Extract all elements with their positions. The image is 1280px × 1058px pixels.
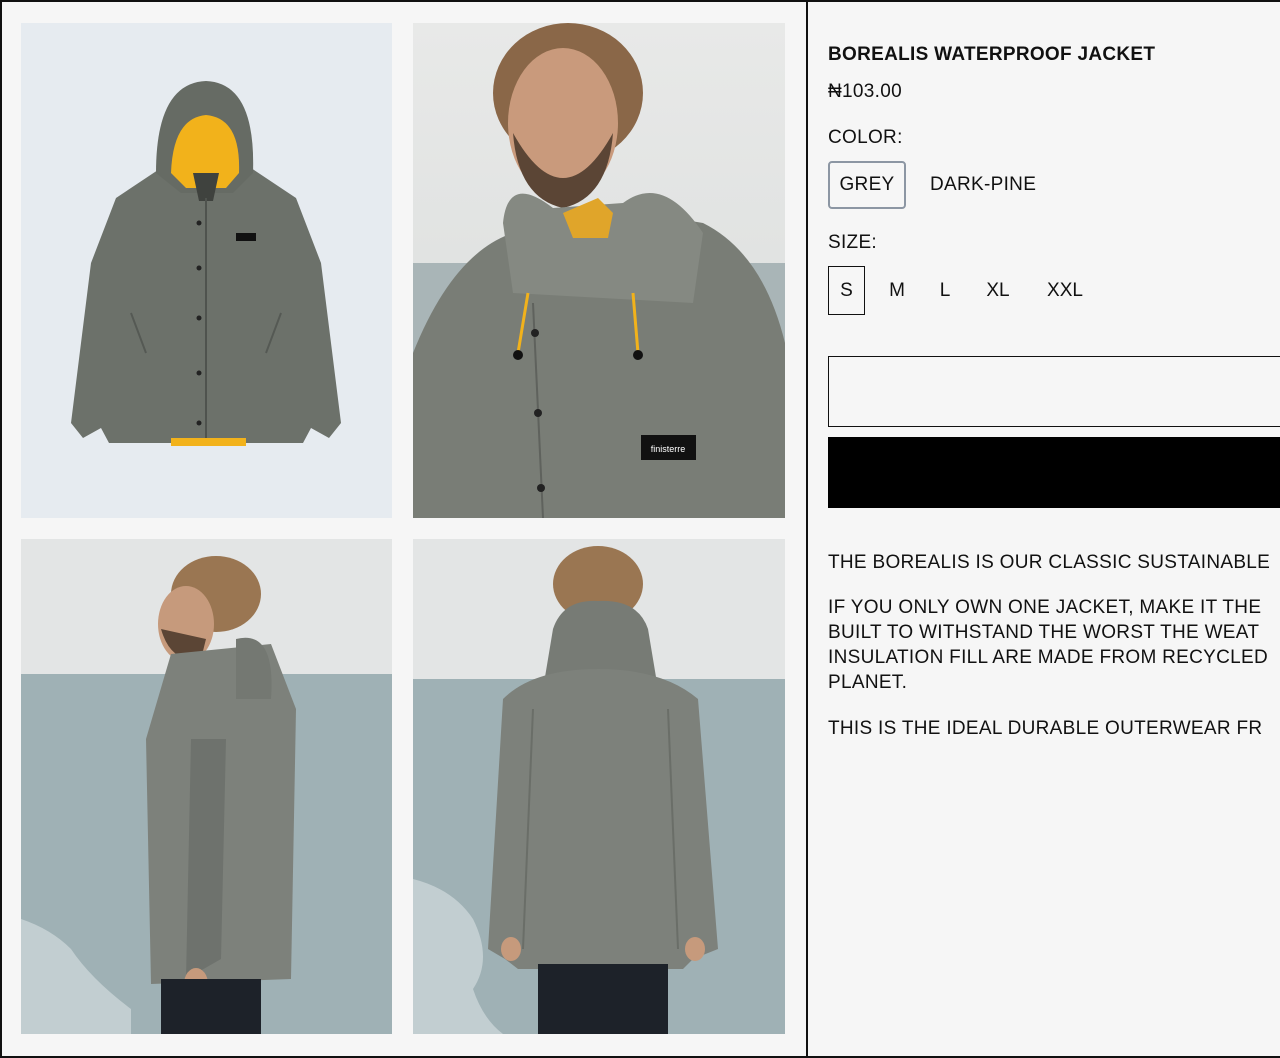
description-paragraph-1: THE BOREALIS IS OUR CLASSIC SUSTAINABLE [828, 552, 1271, 573]
description-line: INSULATION FILL ARE MADE FROM RECYCLED [828, 647, 1269, 668]
product-info-panel: BOREALIS WATERPROOF JACKET ₦103.00 COLOR… [828, 0, 1280, 1058]
add-to-cart-button[interactable] [828, 437, 1280, 508]
product-title: BOREALIS WATERPROOF JACKET [828, 44, 1156, 65]
product-image-model-back[interactable] [413, 539, 785, 1034]
description-paragraph-3: THIS IS THE IDEAL DURABLE OUTERWEAR FR [828, 718, 1263, 739]
product-image-flat-lay[interactable] [21, 23, 392, 518]
logo-patch-text: finisterre [651, 444, 686, 454]
size-label: SIZE: [828, 232, 878, 253]
product-price: ₦103.00 [828, 81, 902, 102]
product-gallery: finisterre [0, 0, 808, 1058]
size-option-xl[interactable]: XL [981, 266, 1015, 315]
description-line: PLANET. [828, 672, 908, 693]
description-line: IF YOU ONLY OWN ONE JACKET, MAKE IT THE [828, 597, 1262, 618]
size-option-xxl[interactable]: XXL [1042, 266, 1088, 315]
size-option-m[interactable]: M [882, 266, 912, 315]
color-label: COLOR: [828, 127, 903, 148]
color-option-dark-pine[interactable]: DARK-PINE [922, 161, 1042, 209]
product-image-model-front[interactable]: finisterre [413, 23, 785, 518]
description-line: BUILT TO WITHSTAND THE WORST THE WEAT [828, 622, 1260, 643]
description-paragraph-2: IF YOU ONLY OWN ONE JACKET, MAKE IT THE … [828, 595, 1280, 695]
secondary-action-button[interactable] [828, 356, 1280, 427]
color-option-grey[interactable]: GREY [828, 161, 906, 209]
size-option-s[interactable]: S [828, 266, 865, 315]
product-image-model-side[interactable] [21, 539, 392, 1034]
size-option-l[interactable]: L [933, 266, 957, 315]
